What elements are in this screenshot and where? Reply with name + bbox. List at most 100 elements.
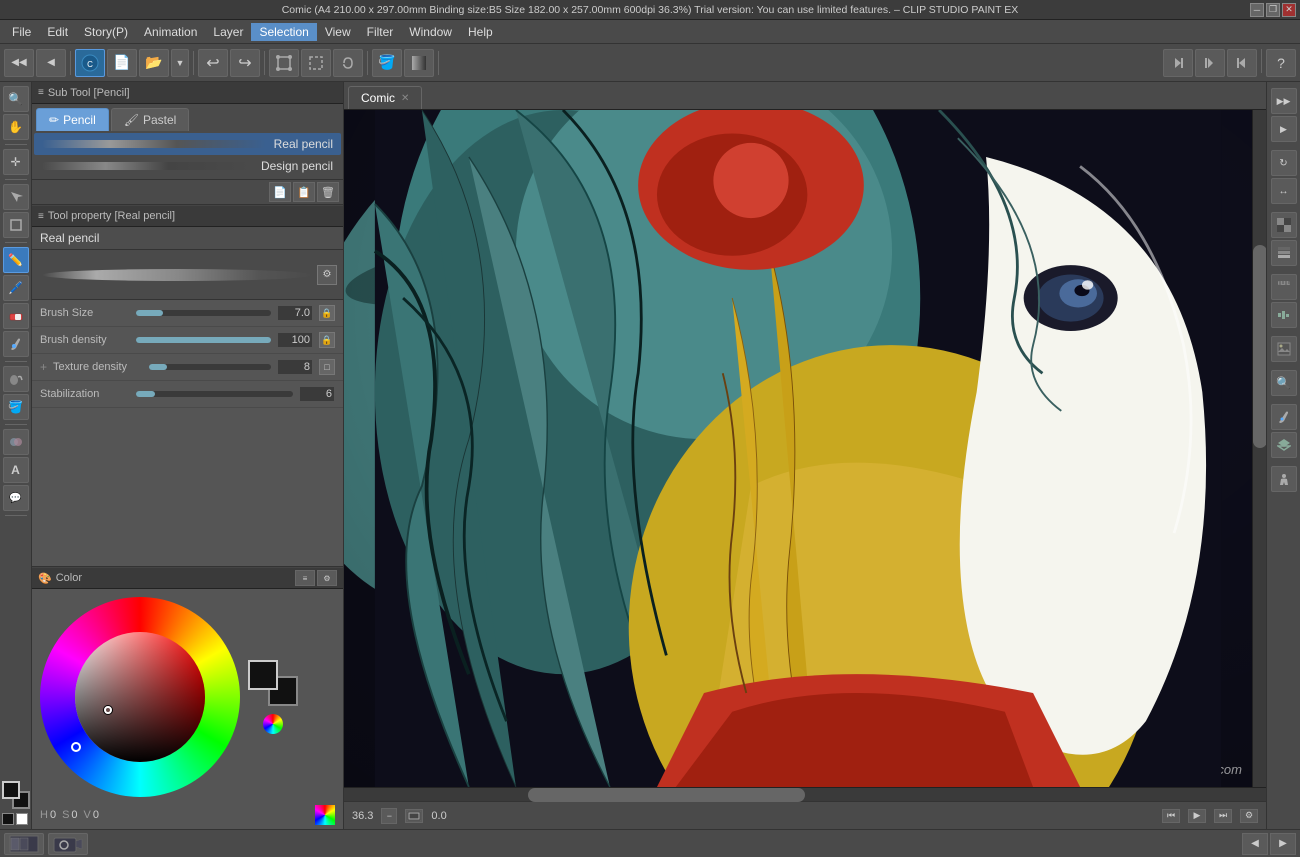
brush-size-input[interactable] xyxy=(277,305,313,321)
brush-size-lock[interactable]: 🔒 xyxy=(319,305,335,321)
brush-item-design-pencil[interactable]: Design pencil xyxy=(34,155,341,177)
nav-scroll-right[interactable]: ▶▶ xyxy=(1271,88,1297,114)
redo-btn[interactable]: ↪ xyxy=(230,49,260,77)
undo-btn[interactable]: ↩ xyxy=(198,49,228,77)
artwork-canvas[interactable]: www.sieuthuthuat.com xyxy=(344,110,1252,787)
brush-tab-pencil[interactable]: ✏ Pencil xyxy=(36,108,109,131)
nav-checker[interactable] xyxy=(1271,212,1297,238)
brush-item-real-pencil[interactable]: Real pencil xyxy=(34,133,341,155)
tool-select-obj[interactable] xyxy=(3,184,29,210)
horizontal-scrollbar[interactable] xyxy=(344,787,1266,801)
window-controls[interactable]: ─ ❐ ✕ xyxy=(1250,3,1296,17)
nav-flip-h[interactable]: ↔ xyxy=(1271,178,1297,204)
nav-arrow-btn2[interactable] xyxy=(1195,49,1225,77)
menu-file[interactable]: File xyxy=(4,23,39,41)
bottom-nav-right[interactable]: ▶ xyxy=(1270,833,1296,855)
menu-help[interactable]: Help xyxy=(460,23,501,41)
canvas-scroll-area[interactable]: www.sieuthuthuat.com xyxy=(344,110,1252,787)
h-scrollbar-thumb[interactable] xyxy=(528,788,805,802)
color-tabs-btn[interactable]: ≡ xyxy=(295,570,315,586)
nav-layer-btn[interactable] xyxy=(1271,240,1297,266)
tool-airbrush[interactable] xyxy=(3,366,29,392)
prev-frame-btn[interactable]: ⏮ xyxy=(1162,809,1180,823)
tool-blend[interactable] xyxy=(3,429,29,455)
tool-select-layer[interactable] xyxy=(3,212,29,238)
nav-search-btn[interactable]: 🔍 xyxy=(1271,370,1297,396)
menu-layer[interactable]: Layer xyxy=(205,23,251,41)
nav-scroll-right2[interactable]: ▶ xyxy=(1271,116,1297,142)
open-dropdown-btn[interactable]: ▼ xyxy=(171,49,189,77)
scroll-left-btn2[interactable]: ◀ xyxy=(36,49,66,77)
menu-filter[interactable]: Filter xyxy=(359,23,402,41)
clip-studio-btn[interactable]: C xyxy=(75,49,105,77)
zoom-indicator[interactable] xyxy=(405,809,423,823)
menu-story[interactable]: Story(P) xyxy=(76,23,136,41)
nav-timeline-btn[interactable] xyxy=(1271,302,1297,328)
texture-density-slider[interactable] xyxy=(149,364,271,370)
gradient-btn[interactable] xyxy=(404,49,434,77)
preview-settings-btn[interactable]: ⚙ xyxy=(317,265,337,285)
brush-tab-pastel[interactable]: 🖌 Pastel xyxy=(111,108,190,131)
color-picker-circle[interactable] xyxy=(263,714,283,734)
menu-animation[interactable]: Animation xyxy=(136,23,205,41)
play-btn[interactable]: ▶ xyxy=(1188,809,1206,823)
canvas-tab-close[interactable]: ✕ xyxy=(401,93,409,104)
nav-arrow-btn1[interactable] xyxy=(1163,49,1193,77)
next-frame-btn[interactable]: ⏭ xyxy=(1214,809,1232,823)
fg-color-box[interactable] xyxy=(248,660,278,690)
tool-zoom[interactable]: 🔍 xyxy=(3,86,29,112)
tool-marker[interactable]: 🖊️ xyxy=(3,275,29,301)
nav-pen-btn[interactable] xyxy=(1271,404,1297,430)
nav-figure-btn[interactable] xyxy=(1271,466,1297,492)
color-square[interactable] xyxy=(75,632,205,762)
paint-bucket-btn[interactable]: 🪣 xyxy=(372,49,402,77)
restore-button[interactable]: ❐ xyxy=(1266,3,1280,17)
menu-edit[interactable]: Edit xyxy=(39,23,76,41)
tool-text[interactable]: A xyxy=(3,457,29,483)
texture-density-input[interactable] xyxy=(277,359,313,375)
lasso-btn[interactable] xyxy=(333,49,363,77)
color-settings-btn[interactable]: ⚙ xyxy=(317,570,337,586)
color-wheel-inner[interactable] xyxy=(75,632,205,762)
transform-btn[interactable] xyxy=(269,49,299,77)
minimize-button[interactable]: ─ xyxy=(1250,3,1264,17)
select-rect-btn[interactable] xyxy=(301,49,331,77)
brush-density-slider[interactable] xyxy=(136,337,271,343)
tool-move[interactable]: ✛ xyxy=(3,149,29,175)
tool-pen[interactable]: ✏️ xyxy=(3,247,29,273)
tool-balloon[interactable]: 💬 xyxy=(3,485,29,511)
brush-copy-btn[interactable]: 📋 xyxy=(293,182,315,202)
nav-image-btn[interactable] xyxy=(1271,336,1297,362)
tool-eraser[interactable] xyxy=(3,303,29,329)
open-btn[interactable]: 📂 xyxy=(139,49,169,77)
brush-density-input[interactable] xyxy=(277,332,313,348)
nav-arrow-btn3[interactable] xyxy=(1227,49,1257,77)
scroll-left-btn[interactable]: ◀◀ xyxy=(4,49,34,77)
menu-view[interactable]: View xyxy=(317,23,359,41)
zoom-out-btn[interactable]: − xyxy=(381,808,397,824)
stabilization-slider[interactable] xyxy=(136,391,293,397)
color-extra-btn[interactable] xyxy=(315,805,335,825)
canvas-tab-comic[interactable]: Comic ✕ xyxy=(348,86,422,109)
expand-texture-icon[interactable]: + xyxy=(40,360,47,374)
help-btn[interactable]: ? xyxy=(1266,49,1296,77)
texture-density-icon[interactable]: □ xyxy=(319,359,335,375)
timeline-btn[interactable] xyxy=(4,833,44,855)
brush-add-btn[interactable]: 📄 xyxy=(269,182,291,202)
settings-icon[interactable]: ⚙ xyxy=(1240,809,1258,823)
close-button[interactable]: ✕ xyxy=(1282,3,1296,17)
nav-layers-btn2[interactable] xyxy=(1271,432,1297,458)
new-btn[interactable]: 📄 xyxy=(107,49,137,77)
tool-fill[interactable]: 🪣 xyxy=(3,394,29,420)
brush-size-slider[interactable] xyxy=(136,310,271,316)
nav-rulers-btn[interactable] xyxy=(1271,274,1297,300)
nav-rotate[interactable]: ↻ xyxy=(1271,150,1297,176)
v-scrollbar-thumb[interactable] xyxy=(1253,245,1266,448)
camera-btn[interactable] xyxy=(48,833,88,855)
color-wheel[interactable] xyxy=(40,597,240,797)
tool-color-pick[interactable] xyxy=(3,331,29,357)
brush-density-lock[interactable]: 🔒 xyxy=(319,332,335,348)
bottom-nav-left[interactable]: ◀ xyxy=(1242,833,1268,855)
menu-window[interactable]: Window xyxy=(401,23,460,41)
vertical-scrollbar[interactable] xyxy=(1252,110,1266,787)
